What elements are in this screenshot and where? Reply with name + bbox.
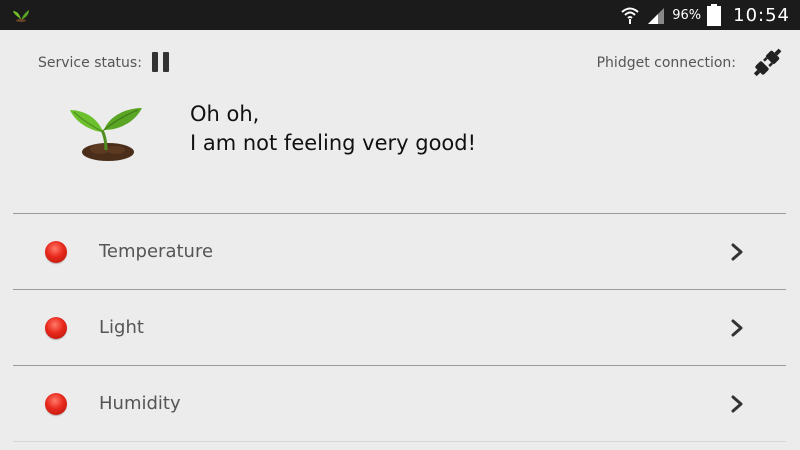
plant-status-message: Oh oh, I am not feeling very good! xyxy=(190,100,476,158)
status-bar: 96% 10:54 xyxy=(0,0,800,30)
sensor-item-temperature[interactable]: Temperature xyxy=(13,214,786,289)
phidget-connection-label: Phidget connection: xyxy=(596,55,736,71)
message-line-2: I am not feeling very good! xyxy=(190,131,477,155)
wifi-icon xyxy=(621,7,639,24)
sensor-item-humidity[interactable]: Humidity xyxy=(13,366,786,441)
signal-icon xyxy=(648,8,665,24)
sensor-label: Temperature xyxy=(99,241,214,262)
service-status-label: Service status: xyxy=(38,55,142,71)
sensor-list: Temperature Light Humidity xyxy=(13,213,786,442)
message-line-1: Oh oh, xyxy=(190,102,260,126)
battery-percent: 96% xyxy=(672,7,702,23)
divider xyxy=(13,441,786,442)
sensor-label: Light xyxy=(99,317,144,338)
red-status-dot xyxy=(45,392,67,415)
plant-monitor-screen: Service status: Phidget connection: Oh o… xyxy=(0,30,800,450)
plant-sprout-icon xyxy=(70,108,142,161)
red-status-dot xyxy=(45,240,67,263)
plug-disconnected-icon xyxy=(753,48,782,77)
chevron-right-icon[interactable] xyxy=(729,319,745,337)
pause-icon[interactable] xyxy=(152,52,170,72)
sensor-label: Humidity xyxy=(99,393,181,414)
battery-icon xyxy=(707,4,722,26)
status-bar-right: 96% 10:54 xyxy=(620,0,790,30)
sensor-item-light[interactable]: Light xyxy=(13,290,786,365)
app-leaf-icon xyxy=(13,10,29,22)
chevron-right-icon[interactable] xyxy=(729,395,745,413)
status-bar-time: 10:54 xyxy=(733,4,790,26)
red-status-dot xyxy=(45,316,67,339)
chevron-right-icon[interactable] xyxy=(729,243,745,261)
